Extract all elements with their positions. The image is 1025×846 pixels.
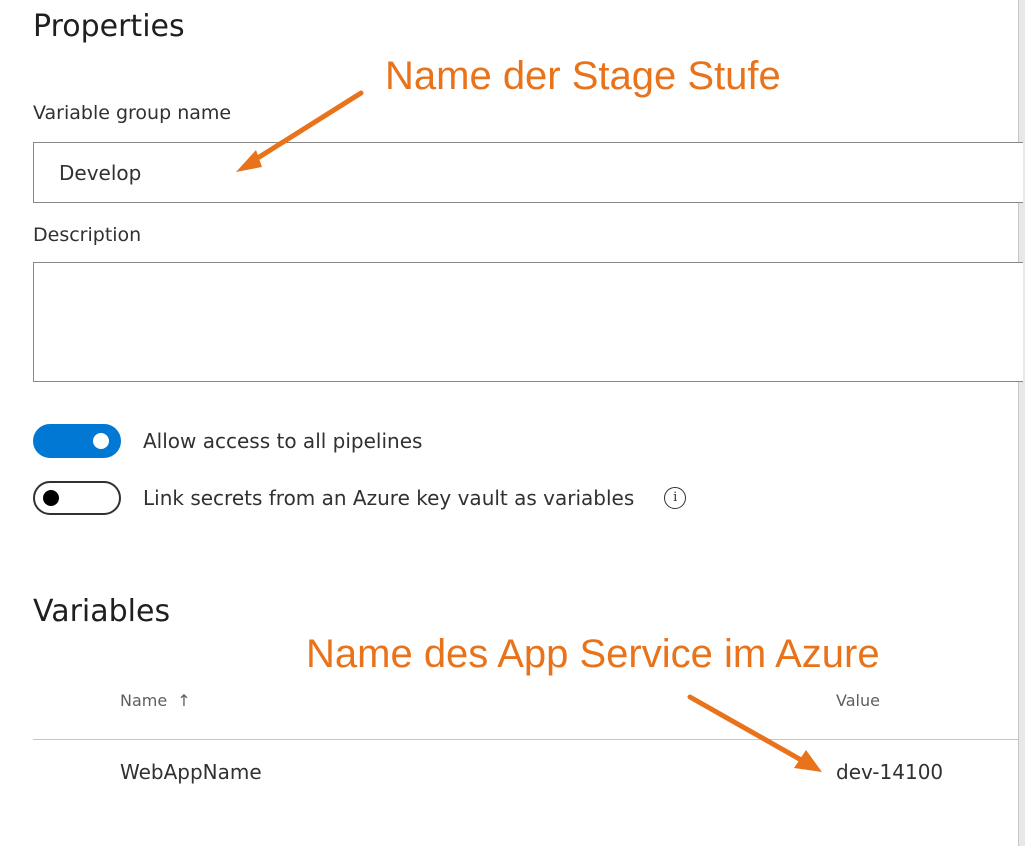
allow-access-row: Allow access to all pipelines: [33, 423, 422, 459]
description-textarea[interactable]: [33, 262, 1023, 382]
variable-group-name-label: Variable group name: [33, 102, 232, 124]
column-header-value-label: Value: [836, 691, 880, 710]
arrowhead-variable-value: [794, 750, 822, 772]
column-header-value[interactable]: Value: [836, 693, 880, 709]
allow-access-label: Allow access to all pipelines: [143, 429, 423, 453]
variable-value-cell[interactable]: dev-14100: [836, 762, 943, 782]
link-secrets-toggle[interactable]: [33, 481, 121, 515]
toggle-knob: [93, 433, 109, 449]
properties-heading: Properties: [33, 9, 185, 44]
sort-ascending-icon: ↑: [177, 691, 191, 710]
column-header-name-label: Name: [120, 691, 168, 710]
info-icon[interactable]: i: [664, 487, 687, 509]
annotation-stage-name: Name der Stage Stufe: [385, 54, 781, 98]
link-secrets-label: Link secrets from an Azure key vault as …: [143, 486, 635, 510]
variables-heading: Variables: [33, 594, 171, 629]
link-secrets-row: Link secrets from an Azure key vault as …: [33, 480, 687, 516]
toggle-knob: [43, 490, 59, 506]
allow-access-toggle[interactable]: [33, 424, 121, 458]
table-divider: [33, 739, 1018, 740]
panel-edge: [1018, 0, 1025, 846]
annotation-app-service-name: Name des App Service im Azure: [306, 632, 880, 676]
variable-name-cell[interactable]: WebAppName: [120, 762, 262, 782]
column-header-name[interactable]: Name ↑: [120, 693, 191, 709]
arrow-to-variable-value: [687, 694, 813, 768]
variable-group-name-input[interactable]: [33, 142, 1023, 203]
description-label: Description: [33, 224, 142, 246]
variable-group-page: Properties Variable group name Descripti…: [0, 0, 1025, 846]
